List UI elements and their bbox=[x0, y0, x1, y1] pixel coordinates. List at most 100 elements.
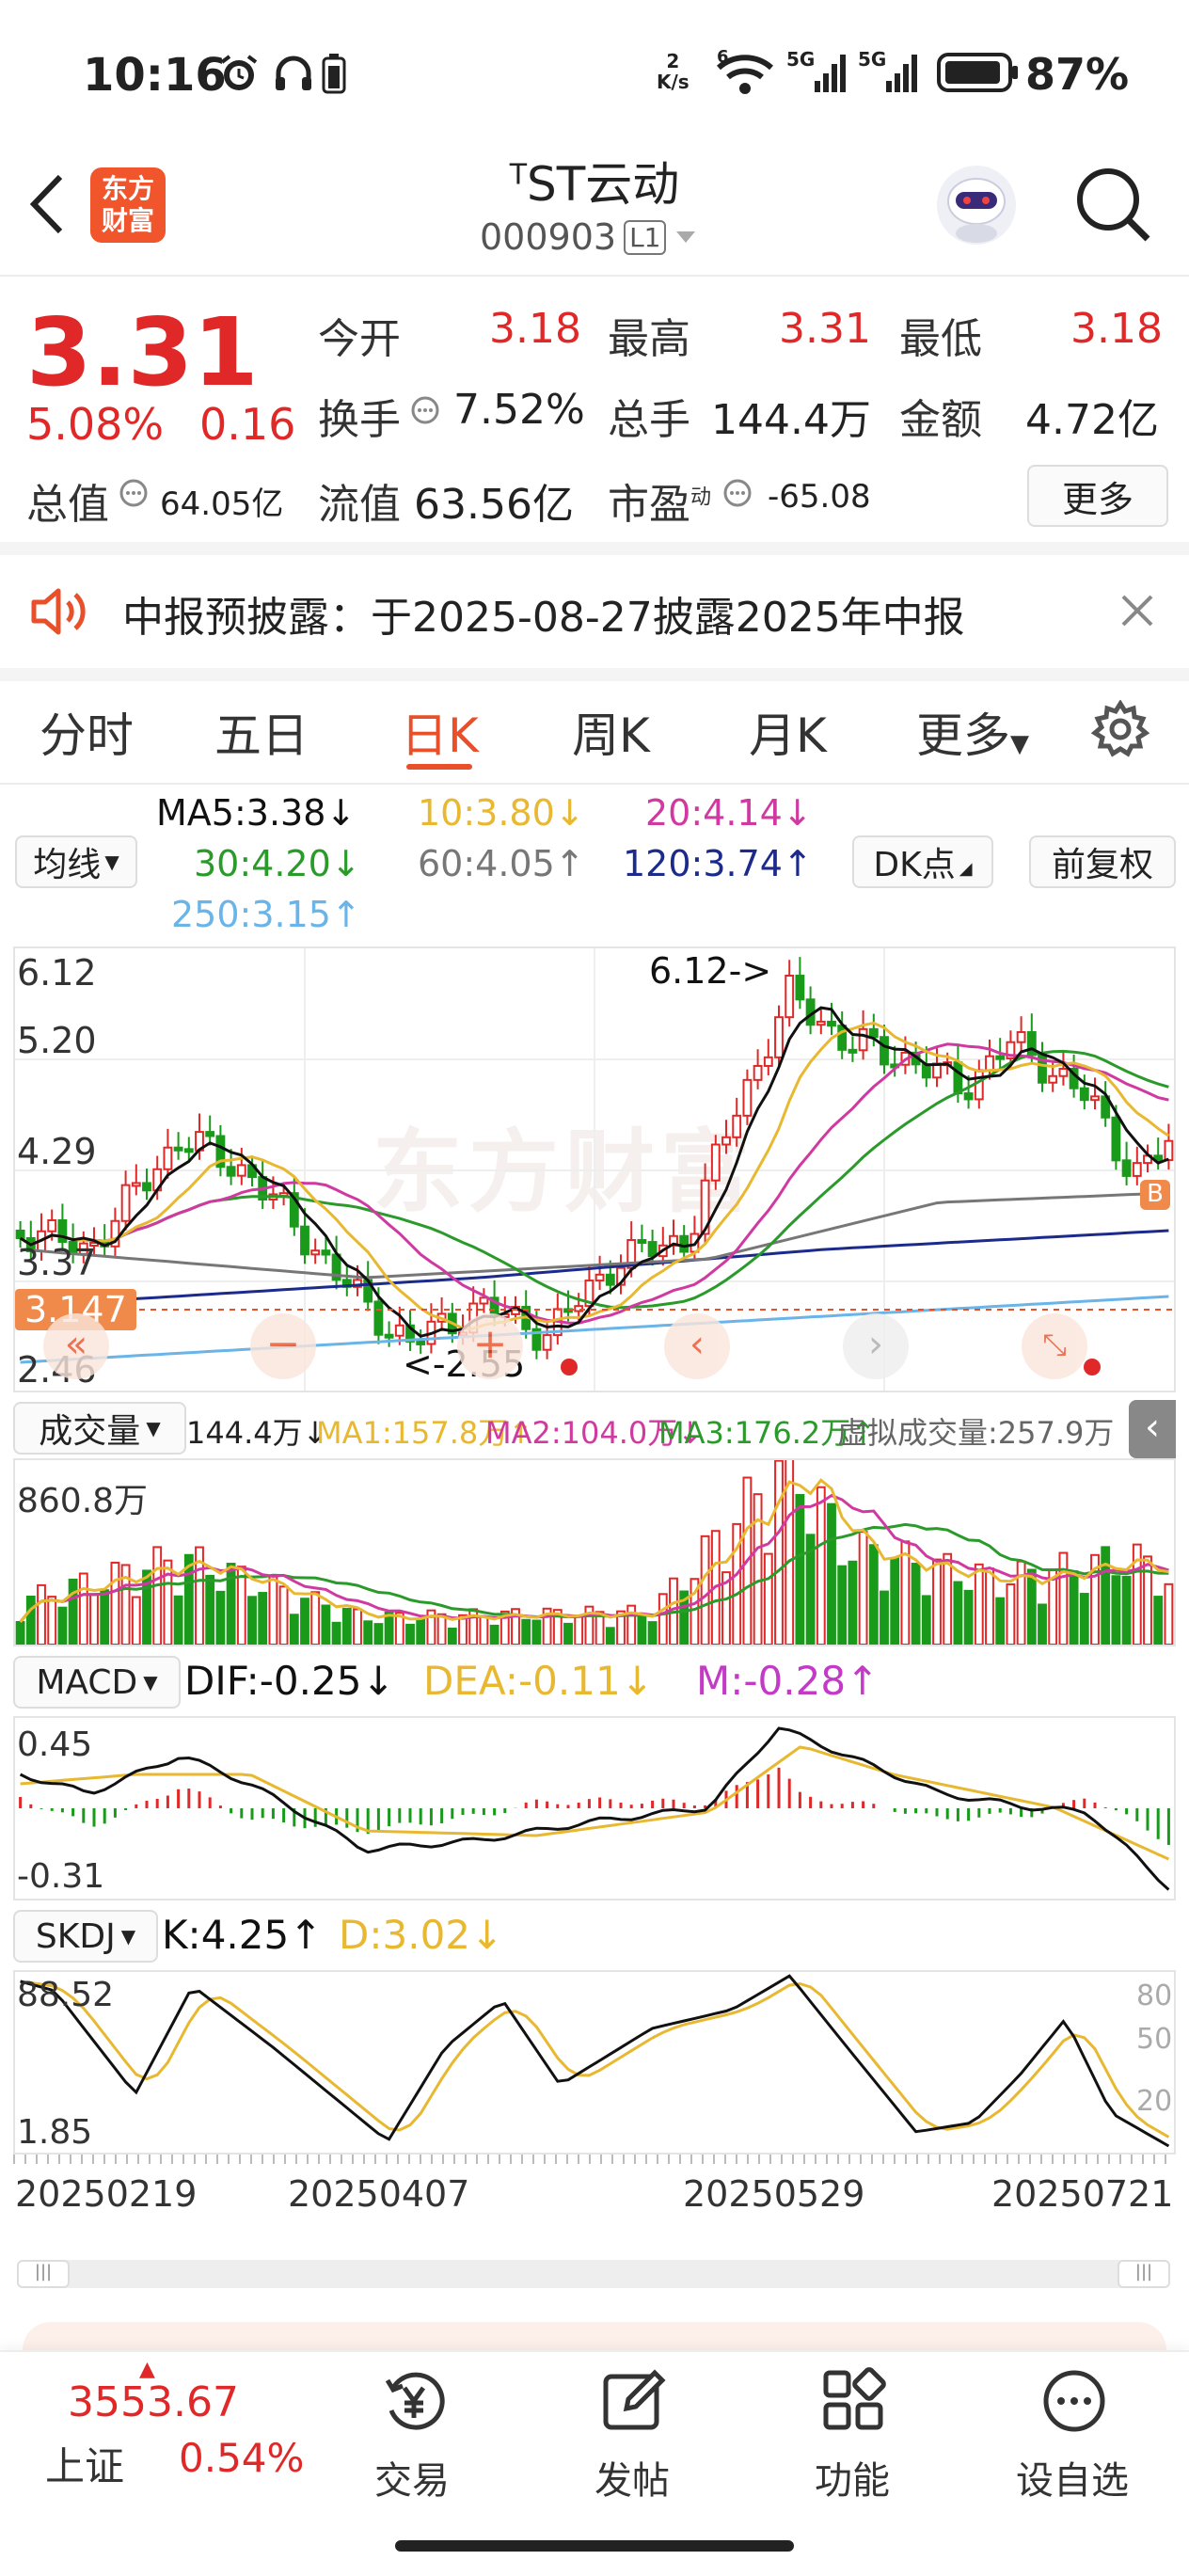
date-label-3: 20250529 bbox=[683, 2173, 865, 2215]
candle-body bbox=[120, 1184, 131, 1222]
volume-bar bbox=[47, 1596, 57, 1645]
index-value: 3553.67 bbox=[68, 2378, 239, 2426]
macd-chart[interactable]: 0.45 -0.31 bbox=[13, 1716, 1176, 1900]
skdj-chart[interactable]: 88.52 1.85 80 50 20 bbox=[13, 1970, 1176, 2155]
volume-bar bbox=[880, 1590, 889, 1645]
candle-body bbox=[880, 1036, 889, 1066]
range-scrollbar[interactable]: ||| ||| bbox=[17, 2260, 1170, 2288]
more-button[interactable]: 更多 bbox=[1027, 465, 1168, 527]
stock-code-row[interactable]: 000903 L1 bbox=[480, 216, 698, 258]
tab-intraday[interactable]: 分时 bbox=[40, 698, 134, 766]
turnover-value: 7.52% bbox=[453, 386, 585, 434]
high-label: 最高 bbox=[608, 315, 690, 363]
ma-selector[interactable]: 均线 ▼ bbox=[15, 835, 137, 888]
zoom-in-icon[interactable]: + bbox=[457, 1313, 523, 1379]
volume-bar bbox=[416, 1618, 426, 1645]
volume-bar bbox=[152, 1546, 163, 1645]
tab-more[interactable]: 更多▼ bbox=[916, 698, 1029, 766]
chevron-left-double-icon[interactable]: « bbox=[43, 1313, 109, 1379]
nav-post[interactable]: 发帖 bbox=[547, 2367, 717, 2508]
robot-assistant-avatar[interactable] bbox=[931, 160, 1022, 254]
tab-daily-k[interactable]: 日K bbox=[401, 698, 479, 766]
fullscreen-icon[interactable]: ⤡ bbox=[1022, 1313, 1087, 1379]
tab-monthly-k[interactable]: 月K bbox=[749, 698, 827, 766]
kline-chart[interactable]: 东方财富 6.12 5.20 4.29 3.37 2.46 3.147 6.12… bbox=[13, 946, 1176, 1392]
low-value: 3.18 bbox=[1070, 305, 1163, 353]
skdj-selector[interactable]: SKDJ ▼ bbox=[13, 1910, 158, 1963]
notice-bar[interactable]: 中报预披露：于2025-08-27披露2025年中报 bbox=[0, 555, 1189, 668]
volume-bar bbox=[774, 1460, 784, 1645]
side-panel-toggle[interactable]: ‹ bbox=[1129, 1400, 1176, 1458]
signal-5g-text-2: 5G bbox=[858, 49, 886, 71]
ma250-text: 250:3.15 bbox=[171, 894, 331, 935]
mcap-value: 64.05亿 bbox=[160, 485, 284, 523]
volume-bar bbox=[858, 1531, 868, 1645]
dk-point-button[interactable]: DK点 ◢ bbox=[852, 835, 993, 888]
range-handle-left[interactable]: ||| bbox=[17, 2260, 70, 2288]
volume-bar bbox=[173, 1595, 183, 1645]
candle-body bbox=[47, 1218, 57, 1232]
candle-body bbox=[721, 1136, 731, 1146]
candle-body bbox=[647, 1241, 658, 1258]
candle-body bbox=[1058, 1067, 1069, 1077]
macd-m-text: M:-0.28 bbox=[696, 1658, 847, 1704]
float-label: 流值 bbox=[318, 481, 401, 529]
nav-watchlist[interactable]: 设自选 bbox=[988, 2367, 1157, 2508]
ma5-text: MA5:3.38 bbox=[156, 792, 326, 834]
volume-bar bbox=[300, 1598, 309, 1645]
nav-watchlist-label: 设自选 bbox=[1016, 2459, 1129, 2503]
max-price-label: 6.12-> bbox=[649, 950, 772, 992]
info-icon[interactable] bbox=[410, 395, 440, 429]
info-icon-3[interactable] bbox=[722, 478, 753, 512]
volume-value-label: 144.4万↓ bbox=[186, 1415, 328, 1451]
index-ticker[interactable]: ▲ 3553.67 上证 0.54% bbox=[38, 2352, 320, 2512]
candle-body bbox=[710, 1143, 721, 1182]
nav-trade[interactable]: 交易 bbox=[327, 2367, 497, 2508]
signal-5g-icon: 5G bbox=[786, 48, 847, 100]
volume-bar bbox=[341, 1607, 352, 1645]
info-icon-2[interactable] bbox=[119, 478, 149, 512]
volume-header: 成交量 ▼ 144.4万↓ MA1:157.8万↑ MA2:104.0万↓ MA3… bbox=[13, 1396, 1189, 1458]
skdj-d-text: D:3.02 bbox=[339, 1912, 471, 1958]
close-icon[interactable] bbox=[1116, 589, 1159, 636]
change-percent: 5.08% bbox=[26, 399, 165, 450]
range-handle-right[interactable]: ||| bbox=[1118, 2260, 1170, 2288]
zoom-out-icon[interactable]: − bbox=[250, 1313, 316, 1379]
macd-selector[interactable]: MACD ▼ bbox=[13, 1656, 181, 1709]
tab-weekly-k[interactable]: 周K bbox=[572, 698, 650, 766]
candle-body bbox=[637, 1239, 647, 1245]
candle-body bbox=[816, 1020, 826, 1026]
y-axis-top: 6.12 bbox=[17, 952, 97, 994]
ma30-arrow: ↓ bbox=[330, 843, 361, 884]
y-axis-3: 4.29 bbox=[17, 1131, 97, 1172]
chevron-left-icon[interactable]: ‹ bbox=[664, 1313, 730, 1379]
volume-bar bbox=[816, 1486, 826, 1645]
chevron-right-icon[interactable]: › bbox=[843, 1313, 909, 1379]
fuquan-button[interactable]: 前复权 bbox=[1029, 835, 1176, 888]
volume-selector[interactable]: 成交量 ▼ bbox=[13, 1402, 186, 1455]
volume-ma3-text: MA3:176.2万 bbox=[658, 1415, 851, 1451]
bottom-nav: ▲ 3553.67 上证 0.54% 交易 发帖 功能 设自选 bbox=[0, 2350, 1189, 2576]
volume-axis-max: 860.8万 bbox=[17, 1482, 149, 1520]
tab-five-day[interactable]: 五日 bbox=[214, 698, 309, 766]
gear-icon[interactable] bbox=[1090, 699, 1150, 762]
candle-body bbox=[858, 1027, 868, 1052]
volume-bar bbox=[848, 1560, 858, 1645]
ma60-value: 60:4.05↑ bbox=[418, 843, 585, 884]
skdj-axis-bottom: 1.85 bbox=[17, 2113, 93, 2152]
status-time: 10:16 bbox=[83, 49, 227, 102]
nav-post-label: 发帖 bbox=[594, 2459, 670, 2503]
candle-body bbox=[848, 1048, 858, 1054]
nav-features[interactable]: 功能 bbox=[768, 2367, 937, 2508]
tab-active-underline bbox=[406, 764, 472, 770]
skdj-d: D:3.02↓ bbox=[339, 1912, 504, 1958]
volume-bar bbox=[658, 1593, 668, 1645]
macd-dea-text: DEA:-0.11 bbox=[423, 1658, 621, 1704]
volume-chart[interactable]: 860.8万 bbox=[13, 1458, 1176, 1646]
open-label: 今开 bbox=[318, 315, 401, 363]
ma120-arrow: ↑ bbox=[782, 843, 813, 884]
ma250-arrow: ↑ bbox=[330, 894, 361, 935]
candle-body bbox=[300, 1225, 309, 1256]
macd-dif: DIF:-0.25↓ bbox=[184, 1658, 395, 1704]
search-icon[interactable] bbox=[1072, 164, 1153, 248]
